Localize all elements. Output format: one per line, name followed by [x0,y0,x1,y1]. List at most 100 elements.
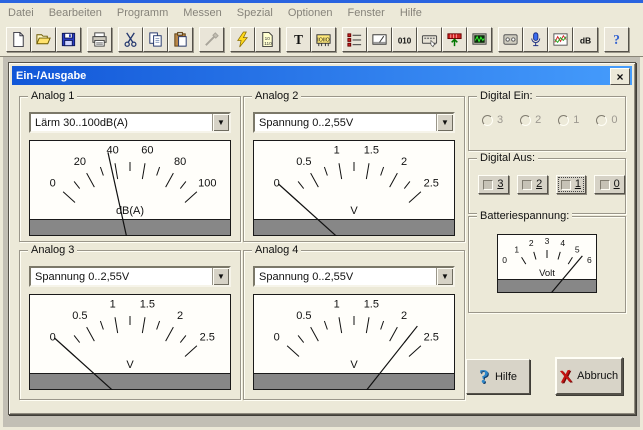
io-file-button[interactable]: 10110 [255,27,280,52]
led-indicator-icon [600,180,610,190]
group-analog4-label: Analog 4 [252,244,301,257]
keyboard-input-icon [421,31,438,48]
copy-button[interactable] [143,27,168,52]
group-analog3-label: Analog 3 [28,244,77,257]
open-file-button[interactable] [31,27,56,52]
svg-text:2: 2 [401,156,407,168]
help-button[interactable]: ? [604,27,629,52]
svg-text:4: 4 [560,238,565,248]
analog2-select[interactable]: Spannung 0..2,55V ▼ [253,112,455,133]
decibel-button[interactable]: dB [573,27,598,52]
text-label-button[interactable]: T [286,27,311,52]
io-device-button[interactable]: IOIIO [311,27,336,52]
print-icon [91,31,108,48]
help-dialog-button[interactable]: ? Hilfe [466,359,530,394]
menu-datei[interactable]: Datei [8,7,34,19]
digital-out-button-0[interactable]: 0 [594,175,625,194]
analog3-selected-value: Spannung 0..2,55V [31,271,212,283]
digital-in-radio-0[interactable]: 0 [596,114,617,126]
binary-010-button[interactable]: 010 [392,27,417,52]
close-button[interactable]: × [610,68,630,85]
chevron-down-icon[interactable]: ▼ [212,268,229,285]
analog2-selected-value: Spannung 0..2,55V [255,117,436,129]
digital-in-radio-1[interactable]: 1 [558,114,579,126]
group-analog1: Analog 1 Lärm 30..100dB(A) ▼ 02040608010… [19,96,241,242]
svg-text:1.5: 1.5 [140,298,155,310]
svg-text:60: 60 [141,144,153,156]
channel-settings-icon [346,31,363,48]
analog4-select[interactable]: Spannung 0..2,55V ▼ [253,266,455,287]
microphone-button[interactable] [523,27,548,52]
menu-hilfe[interactable]: Hilfe [400,7,422,19]
new-document-button[interactable] [6,27,31,52]
group-digital-out: Digital Aus: 3 2 1 0 [468,158,626,214]
svg-text:V: V [126,359,134,371]
digital-out-button-3[interactable]: 3 [478,175,509,194]
analog1-select[interactable]: Lärm 30..100dB(A) ▼ [29,112,231,133]
keyboard-input-button[interactable] [417,27,442,52]
led-display-icon [446,31,463,48]
workspace: Ein-/Ausgabe × Analog 1 Lärm 30..100dB(A… [3,57,640,427]
toolbar: 10110 T IOIIO 010 dB ? [0,22,643,57]
analog3-select[interactable]: Spannung 0..2,55V ▼ [29,266,231,287]
svg-text:0: 0 [274,177,280,189]
svg-text:2: 2 [529,238,534,248]
group-analog2: Analog 2 Spannung 0..2,55V ▼ 00.511.522.… [243,96,465,242]
probe-tool-button[interactable] [199,27,224,52]
svg-text:?: ? [613,32,620,47]
digital-in-radio-2[interactable]: 2 [520,114,541,126]
channel-settings-button[interactable] [342,27,367,52]
data-recorder-button[interactable] [498,27,523,52]
decibel-icon: dB [577,31,594,48]
analog3-gauge: 00.511.522.5V [29,294,231,390]
menu-spezial[interactable]: Spezial [237,7,273,19]
svg-text:20: 20 [74,156,86,168]
dialog-titlebar[interactable]: Ein-/Ausgabe × [12,66,632,85]
svg-text:0: 0 [274,331,280,343]
chevron-down-icon[interactable]: ▼ [436,114,453,131]
cut-button[interactable] [118,27,143,52]
menu-programm[interactable]: Programm [117,7,168,19]
group-analog2-label: Analog 2 [252,90,301,103]
print-button[interactable] [87,27,112,52]
led-display-button[interactable] [442,27,467,52]
open-file-icon [35,31,52,48]
chevron-down-icon[interactable]: ▼ [436,268,453,285]
save-file-button[interactable] [56,27,81,52]
analog-display-button[interactable] [367,27,392,52]
svg-text:2.5: 2.5 [424,177,439,189]
svg-text:10: 10 [265,35,271,41]
menu-fenster[interactable]: Fenster [348,7,385,19]
application-window: Datei Bearbeiten Programm Messen Spezial… [0,0,643,430]
digital-out-button-2[interactable]: 2 [517,175,548,194]
digital-out-button-1[interactable]: 1 [556,175,587,194]
chevron-down-icon[interactable]: ▼ [212,114,229,131]
group-analog4: Analog 4 Spannung 0..2,55V ▼ 00.511.522.… [243,250,465,400]
paste-button[interactable] [168,27,193,52]
cut-icon [122,31,139,48]
group-digital-in-label: Digital Ein: [477,90,536,103]
run-measurement-button[interactable] [230,27,255,52]
menu-messen[interactable]: Messen [183,7,222,19]
save-file-icon [60,31,77,48]
digital-in-radio-3[interactable]: 3 [482,114,503,126]
question-mark-icon: ? [479,367,489,387]
analog2-gauge: 00.511.522.5V [253,140,455,236]
svg-text:2: 2 [177,310,183,322]
curve-chart-button[interactable] [548,27,573,52]
cancel-button[interactable]: X Abbruch [555,357,623,395]
analog4-selected-value: Spannung 0..2,55V [255,271,436,283]
svg-text:6: 6 [587,255,592,265]
radio-icon [520,115,531,126]
menu-optionen[interactable]: Optionen [288,7,333,19]
svg-text:1: 1 [110,298,116,310]
svg-text:V: V [350,205,358,217]
menu-bearbeiten[interactable]: Bearbeiten [49,7,102,19]
svg-text:0: 0 [502,255,507,265]
svg-text:1: 1 [514,245,519,255]
oscilloscope-button[interactable] [467,27,492,52]
new-document-icon [10,31,27,48]
microphone-icon [527,31,544,48]
analog1-gauge: 020406080100dB(A) [29,140,231,236]
svg-text:2: 2 [401,310,407,322]
